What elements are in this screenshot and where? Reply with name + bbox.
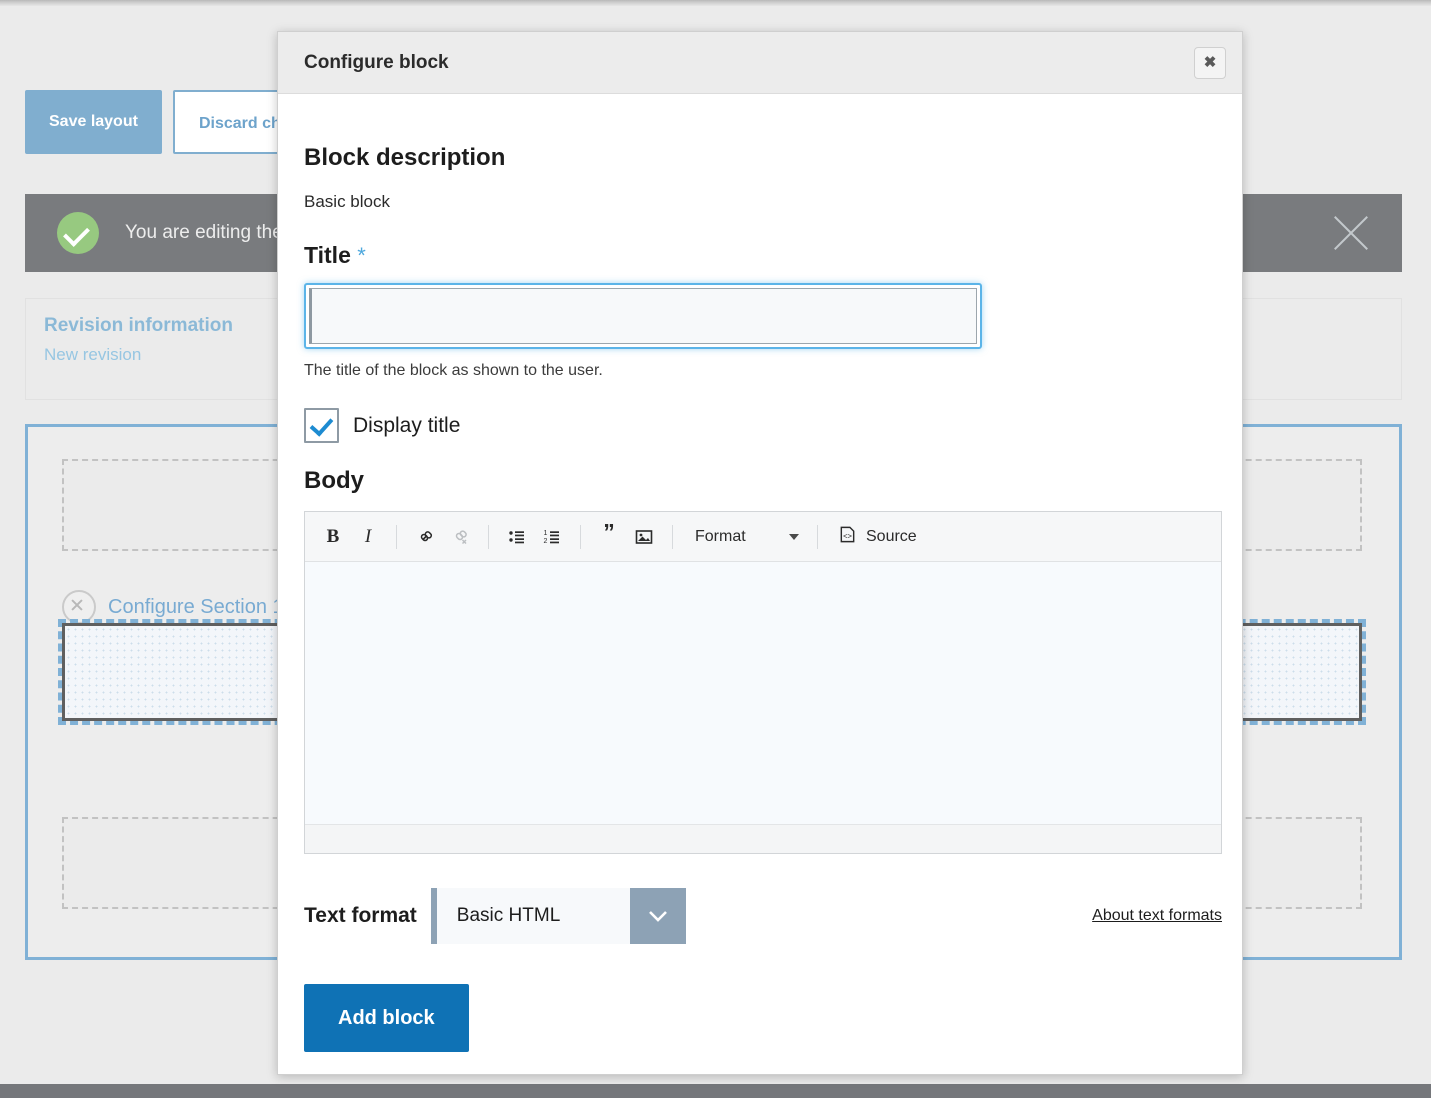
block-description-heading: Block description [304, 144, 506, 171]
toolbar-separator [817, 524, 818, 549]
title-field-help: The title of the block as shown to the u… [304, 362, 603, 379]
text-format-select[interactable]: Basic HTML [430, 888, 686, 944]
image-icon[interactable] [628, 521, 660, 553]
configure-section-link[interactable]: Configure Section 1 [62, 590, 284, 624]
dialog-body: Block description Basic block Title * Th… [278, 94, 1242, 1052]
text-format-selected-value: Basic HTML [436, 888, 630, 944]
body-heading: Body [304, 467, 364, 494]
source-button[interactable]: <> Source [830, 521, 925, 553]
source-icon: <> [838, 525, 857, 549]
text-format-row: Text format Basic HTML About text format… [304, 888, 1222, 944]
toolbar-separator [396, 524, 397, 549]
body-editor-content-area[interactable] [305, 562, 1221, 825]
check-circle-icon [57, 212, 99, 254]
title-label-text: Title [304, 242, 351, 268]
required-marker: * [357, 243, 366, 268]
block-description-value: Basic block [304, 192, 390, 211]
admin-toolbar-bottom [0, 1084, 1431, 1098]
title-input[interactable] [309, 288, 977, 344]
blockquote-icon[interactable]: ” [593, 517, 625, 557]
chevron-down-icon[interactable] [629, 888, 686, 944]
save-layout-button[interactable]: Save layout [25, 90, 162, 154]
unlink-icon [444, 521, 476, 553]
configure-section-label: Configure Section 1 [108, 595, 284, 618]
title-input-focus-ring [304, 283, 982, 349]
chevron-down-icon [789, 533, 799, 540]
format-dropdown[interactable]: Format [685, 521, 805, 553]
editor-status-bar [305, 825, 1221, 853]
svg-text:2: 2 [544, 538, 548, 545]
close-icon[interactable] [1328, 210, 1374, 256]
display-title-checkbox[interactable] [304, 408, 339, 443]
close-icon[interactable]: ✖ [1194, 46, 1226, 79]
browser-top-strip [0, 0, 1431, 6]
configure-block-dialog: Configure block ✖ Block description Basi… [277, 31, 1243, 1075]
body-rich-text-editor: B I 1 2 ” Format <> Source [304, 511, 1222, 854]
bulleted-list-icon[interactable] [501, 521, 533, 553]
svg-text:1: 1 [544, 530, 548, 537]
title-field-label: Title * [304, 242, 1216, 269]
about-text-formats-link[interactable]: About text formats [1092, 907, 1222, 925]
bold-icon[interactable]: B [317, 521, 349, 553]
add-block-button[interactable]: Add block [304, 984, 469, 1052]
format-dropdown-label: Format [695, 527, 746, 545]
toolbar-separator [580, 524, 581, 549]
display-title-label: Display title [353, 413, 461, 437]
dialog-titlebar: Configure block ✖ [278, 32, 1242, 94]
remove-section-icon[interactable] [62, 590, 96, 624]
toolbar-separator [672, 524, 673, 549]
display-title-row[interactable]: Display title [304, 408, 1216, 443]
dialog-title: Configure block [304, 51, 449, 73]
toolbar-separator [488, 524, 489, 549]
svg-text:<>: <> [843, 531, 852, 540]
text-format-label: Text format [304, 904, 417, 927]
numbered-list-icon[interactable]: 1 2 [536, 521, 568, 553]
link-icon[interactable] [409, 521, 441, 553]
source-button-label: Source [866, 527, 917, 545]
editor-toolbar: B I 1 2 ” Format <> Source [305, 512, 1221, 562]
italic-icon[interactable]: I [352, 521, 384, 553]
